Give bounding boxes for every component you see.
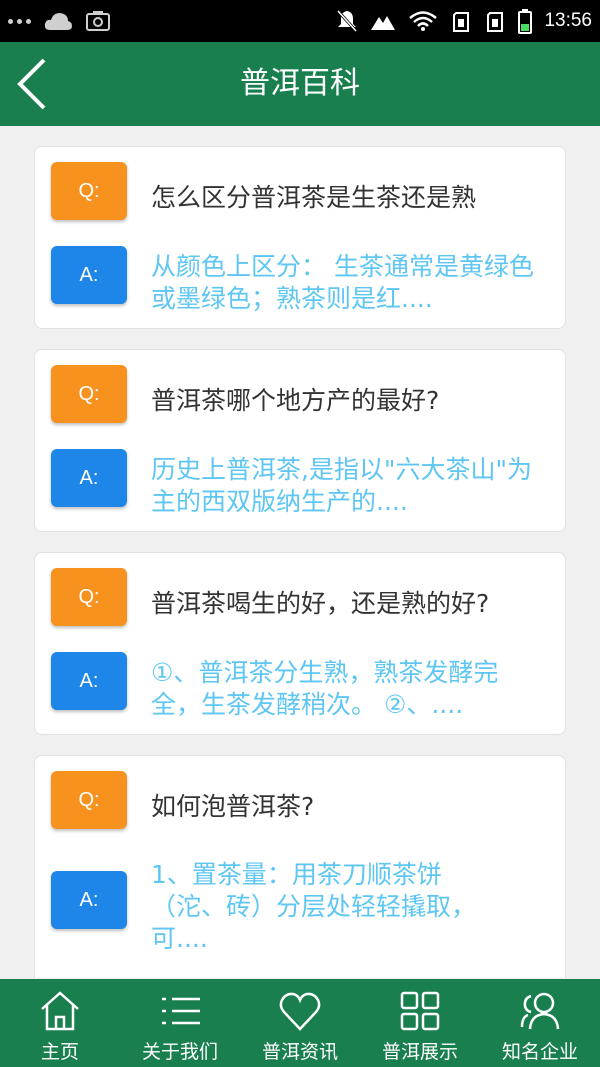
question-text: 怎么区分普洱茶是生茶还是熟 <box>151 183 477 212</box>
status-time: 13:56 <box>544 10 592 31</box>
a-badge: A: <box>51 652 127 710</box>
sim2-icon <box>487 12 504 32</box>
dots-icon <box>8 18 31 24</box>
qa-card[interactable]: Q: 怎么区分普洱茶是生茶还是熟 A: 从颜色上区分： 生茶通常是黄绿色或墨绿色… <box>34 146 566 329</box>
tab-label: 普洱展示 <box>381 1041 458 1063</box>
sim1-icon <box>453 12 470 32</box>
tab-label: 关于我们 <box>141 1041 218 1063</box>
tab-label: 主页 <box>40 1041 79 1063</box>
battery-icon <box>518 9 533 34</box>
qa-card[interactable]: Q: 普洱茶哪个地方产的最好? A: 历史上普洱茶,是指以"六大茶山"为主的西双… <box>34 349 566 532</box>
q-badge: Q: <box>51 568 127 626</box>
qa-card[interactable]: Q: 如何泡普洱茶? A: 1、置茶量：用茶刀顺茶饼（沱、砖）分层处轻轻撬取，可… <box>34 755 566 978</box>
q-badge: Q: <box>51 162 127 220</box>
tab-news[interactable]: 普洱资讯 <box>240 979 360 1067</box>
tab-label: 普洱资讯 <box>261 1041 338 1063</box>
back-arrow-icon <box>17 58 46 110</box>
tab-home[interactable]: 主页 <box>0 979 120 1067</box>
question-text: 普洱茶哪个地方产的最好? <box>151 386 440 415</box>
answer-text: ①、普洱茶分生熟，熟茶发酵完全，生茶发酵稍次。 ②、.... <box>151 658 499 719</box>
list-icon <box>162 997 200 1025</box>
tab-label: 知名企业 <box>501 1041 578 1063</box>
home-icon <box>41 991 79 1031</box>
back-button[interactable] <box>10 54 70 114</box>
question-text: 普洱茶喝生的好，还是熟的好? <box>151 589 490 618</box>
heart-icon <box>279 992 321 1031</box>
a-badge: A: <box>51 871 127 929</box>
status-bar: 13:56 <box>0 0 600 42</box>
answer-text: 从颜色上区分： 生茶通常是黄绿色或墨绿色；熟茶则是红.... <box>151 252 534 313</box>
question-text: 如何泡普洱茶? <box>151 792 315 821</box>
cloud-icon <box>44 13 72 30</box>
signal-icon <box>371 16 396 30</box>
q-badge: Q: <box>51 771 127 829</box>
q-badge: Q: <box>51 365 127 423</box>
tab-companies[interactable]: 知名企业 <box>480 979 600 1067</box>
bottom-tab-bar: 主页 关于我们 普洱资讯 普洱展示 知名企业 <box>0 979 600 1067</box>
a-badge: A: <box>51 246 127 304</box>
tab-showcase[interactable]: 普洱展示 <box>360 979 480 1067</box>
a-badge: A: <box>51 449 127 507</box>
screenshot-icon <box>86 11 110 31</box>
grid-icon <box>400 991 440 1031</box>
qa-card[interactable]: Q: 普洱茶喝生的好，还是熟的好? A: ①、普洱茶分生熟，熟茶发酵完全，生茶发… <box>34 552 566 735</box>
qa-list[interactable]: Q: 怎么区分普洱茶是生茶还是熟 A: 从颜色上区分： 生茶通常是黄绿色或墨绿色… <box>0 126 600 978</box>
mute-icon <box>337 9 358 33</box>
app-header: 普洱百科 <box>0 42 600 126</box>
page-title: 普洱百科 <box>240 66 360 101</box>
answer-text: 1、置茶量：用茶刀顺茶饼（沱、砖）分层处轻轻撬取，可.... <box>151 860 477 953</box>
wifi-icon <box>409 11 438 31</box>
answer-text: 历史上普洱茶,是指以"六大茶山"为主的西双版纳生产的.... <box>151 455 532 516</box>
tab-about[interactable]: 关于我们 <box>120 979 240 1067</box>
users-icon <box>520 992 560 1030</box>
